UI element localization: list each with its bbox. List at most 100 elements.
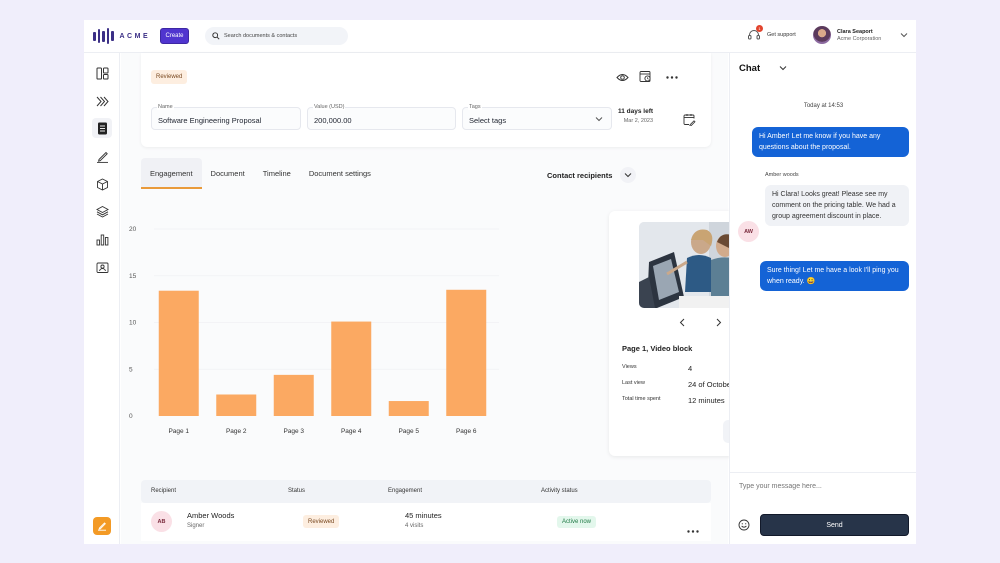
app-window: ACME Create Search documents & contacts … xyxy=(84,20,916,544)
value-label: Value (USD) xyxy=(313,104,346,110)
more-options-button[interactable] xyxy=(665,70,679,84)
recipient-role: Signer xyxy=(187,523,205,529)
name-value: Software Engineering Proposal xyxy=(158,116,262,125)
notification-badge: 1 xyxy=(756,25,763,32)
y-tick-label: 10 xyxy=(129,320,137,327)
bar-page-3[interactable] xyxy=(273,374,314,416)
eye-icon xyxy=(615,73,629,81)
edit-due-date-button[interactable] xyxy=(682,112,696,126)
bar-page-2[interactable] xyxy=(216,394,257,416)
preview-button[interactable] xyxy=(615,70,629,84)
chat-message-outgoing: Sure thing! Let me have a look I'll ping… xyxy=(760,261,909,291)
support-label: Get support xyxy=(767,32,796,38)
y-tick-label: 20 xyxy=(129,226,137,233)
chevrons-right-icon xyxy=(96,96,109,106)
logo-mark-icon xyxy=(93,28,114,44)
user-menu[interactable]: Clara Seaport Acme Corporation xyxy=(813,26,881,44)
x-tick-label: Page 3 xyxy=(283,428,304,435)
x-tick-label: Page 1 xyxy=(168,428,189,435)
contact-recipients-button[interactable]: Contact recipients xyxy=(547,171,612,180)
sidebar-item-reports[interactable] xyxy=(92,229,112,249)
table-row[interactable]: AB Amber Woods Signer Reviewed 45 minute… xyxy=(141,503,711,541)
time-spent-value: 12 minutes xyxy=(688,396,725,405)
tags-select[interactable]: Tags Select tags xyxy=(462,104,612,130)
user-org: Acme Corporation xyxy=(837,35,882,42)
row-more-button[interactable] xyxy=(687,520,699,538)
smiley-icon xyxy=(738,519,750,531)
sender-avatar: AW xyxy=(738,221,759,242)
send-button[interactable]: Send xyxy=(760,514,909,536)
search-placeholder: Search documents & contacts xyxy=(224,33,298,39)
sidebar-item-products[interactable] xyxy=(92,174,112,194)
top-bar: ACME Create Search documents & contacts … xyxy=(84,20,916,53)
layers-icon xyxy=(95,205,109,218)
acme-logo[interactable]: ACME xyxy=(93,28,150,44)
document-header-card: Reviewed Name Software Engineering Propo… xyxy=(141,53,711,147)
activity-status-badge: Active now xyxy=(557,516,597,528)
due-date: Mar 2, 2023 xyxy=(623,118,654,124)
chevron-down-icon[interactable] xyxy=(779,65,787,71)
schedule-button[interactable] xyxy=(637,68,653,84)
bar-page-1[interactable] xyxy=(158,290,199,416)
bar-page-4[interactable] xyxy=(331,321,372,416)
chat-title: Chat xyxy=(739,63,761,74)
value-field[interactable]: Value (USD) 200,000.00 xyxy=(307,104,456,130)
last-view-label: Last view xyxy=(622,380,645,386)
x-tick-label: Page 6 xyxy=(456,428,477,435)
time-spent-row: Total time spent 12 minutes xyxy=(622,396,725,405)
get-support-button[interactable]: 1 Get support xyxy=(747,25,796,42)
quick-edit-button[interactable] xyxy=(93,517,111,535)
chat-message-outgoing: Hi Amber! Let me know if you have any qu… xyxy=(752,127,909,157)
tags-label: Tags xyxy=(468,104,482,110)
previous-button[interactable] xyxy=(676,316,688,328)
chat-timestamp: Today at 14:53 xyxy=(803,103,844,109)
recipient-status-badge: Reviewed xyxy=(303,515,340,528)
cube-icon xyxy=(96,177,108,191)
more-horizontal-icon xyxy=(687,530,699,533)
chat-message-incoming: Hi Clara! Looks great! Please see my com… xyxy=(765,185,909,226)
bar-page-6[interactable] xyxy=(446,289,487,416)
contact-recipients-dropdown[interactable] xyxy=(620,167,637,183)
next-button[interactable] xyxy=(713,316,725,328)
chevron-down-icon xyxy=(595,117,603,122)
recipients-table: Recipient Status Engagement Activity sta… xyxy=(141,480,711,541)
headset-icon: 1 xyxy=(747,25,763,42)
sidebar-item-sign[interactable] xyxy=(92,146,112,166)
sidebar-item-templates[interactable] xyxy=(92,201,112,221)
sidebar-item-dashboard[interactable] xyxy=(92,63,112,83)
name-label: Name xyxy=(157,104,174,110)
search-input[interactable]: Search documents & contacts xyxy=(205,27,348,45)
pen-icon xyxy=(96,151,108,163)
sidebar xyxy=(84,53,120,544)
bar-page-5[interactable] xyxy=(388,401,429,416)
sidebar-item-workflows[interactable] xyxy=(92,91,112,111)
user-name: Clara Seaport xyxy=(837,28,873,35)
y-tick-label: 15 xyxy=(129,273,137,280)
due-date-info: 11 days left Mar 2, 2023 xyxy=(618,108,653,124)
chevron-down-icon[interactable] xyxy=(900,32,908,38)
document-status-badge: Reviewed xyxy=(151,70,188,84)
recipient-name: Amber Woods xyxy=(187,511,235,520)
recipient-avatar: AB xyxy=(151,511,172,532)
chevron-left-icon xyxy=(679,318,685,326)
logo-text: ACME xyxy=(119,32,151,40)
engagement-visits: 4 visits xyxy=(405,523,424,529)
tab-document-settings[interactable]: Document settings xyxy=(300,158,380,189)
sidebar-item-contacts[interactable] xyxy=(92,257,112,277)
table-header: Recipient Status Engagement Activity sta… xyxy=(141,480,711,503)
create-button[interactable]: Create xyxy=(160,28,189,44)
chat-compose: Send xyxy=(730,472,916,544)
header-recipient: Recipient xyxy=(151,488,177,494)
message-input[interactable] xyxy=(739,483,909,490)
y-tick-label: 5 xyxy=(129,366,133,373)
tab-engagement[interactable]: Engagement xyxy=(141,158,202,189)
days-left: 11 days left xyxy=(618,108,654,115)
tab-document[interactable]: Document xyxy=(202,158,254,189)
sidebar-item-documents[interactable] xyxy=(92,118,112,138)
name-field[interactable]: Name Software Engineering Proposal xyxy=(151,104,301,130)
tags-value: Select tags xyxy=(469,116,507,125)
tab-timeline[interactable]: Timeline xyxy=(254,158,300,189)
dashboard-icon xyxy=(96,67,108,79)
emoji-button[interactable] xyxy=(738,518,750,536)
more-horizontal-icon xyxy=(666,75,678,79)
